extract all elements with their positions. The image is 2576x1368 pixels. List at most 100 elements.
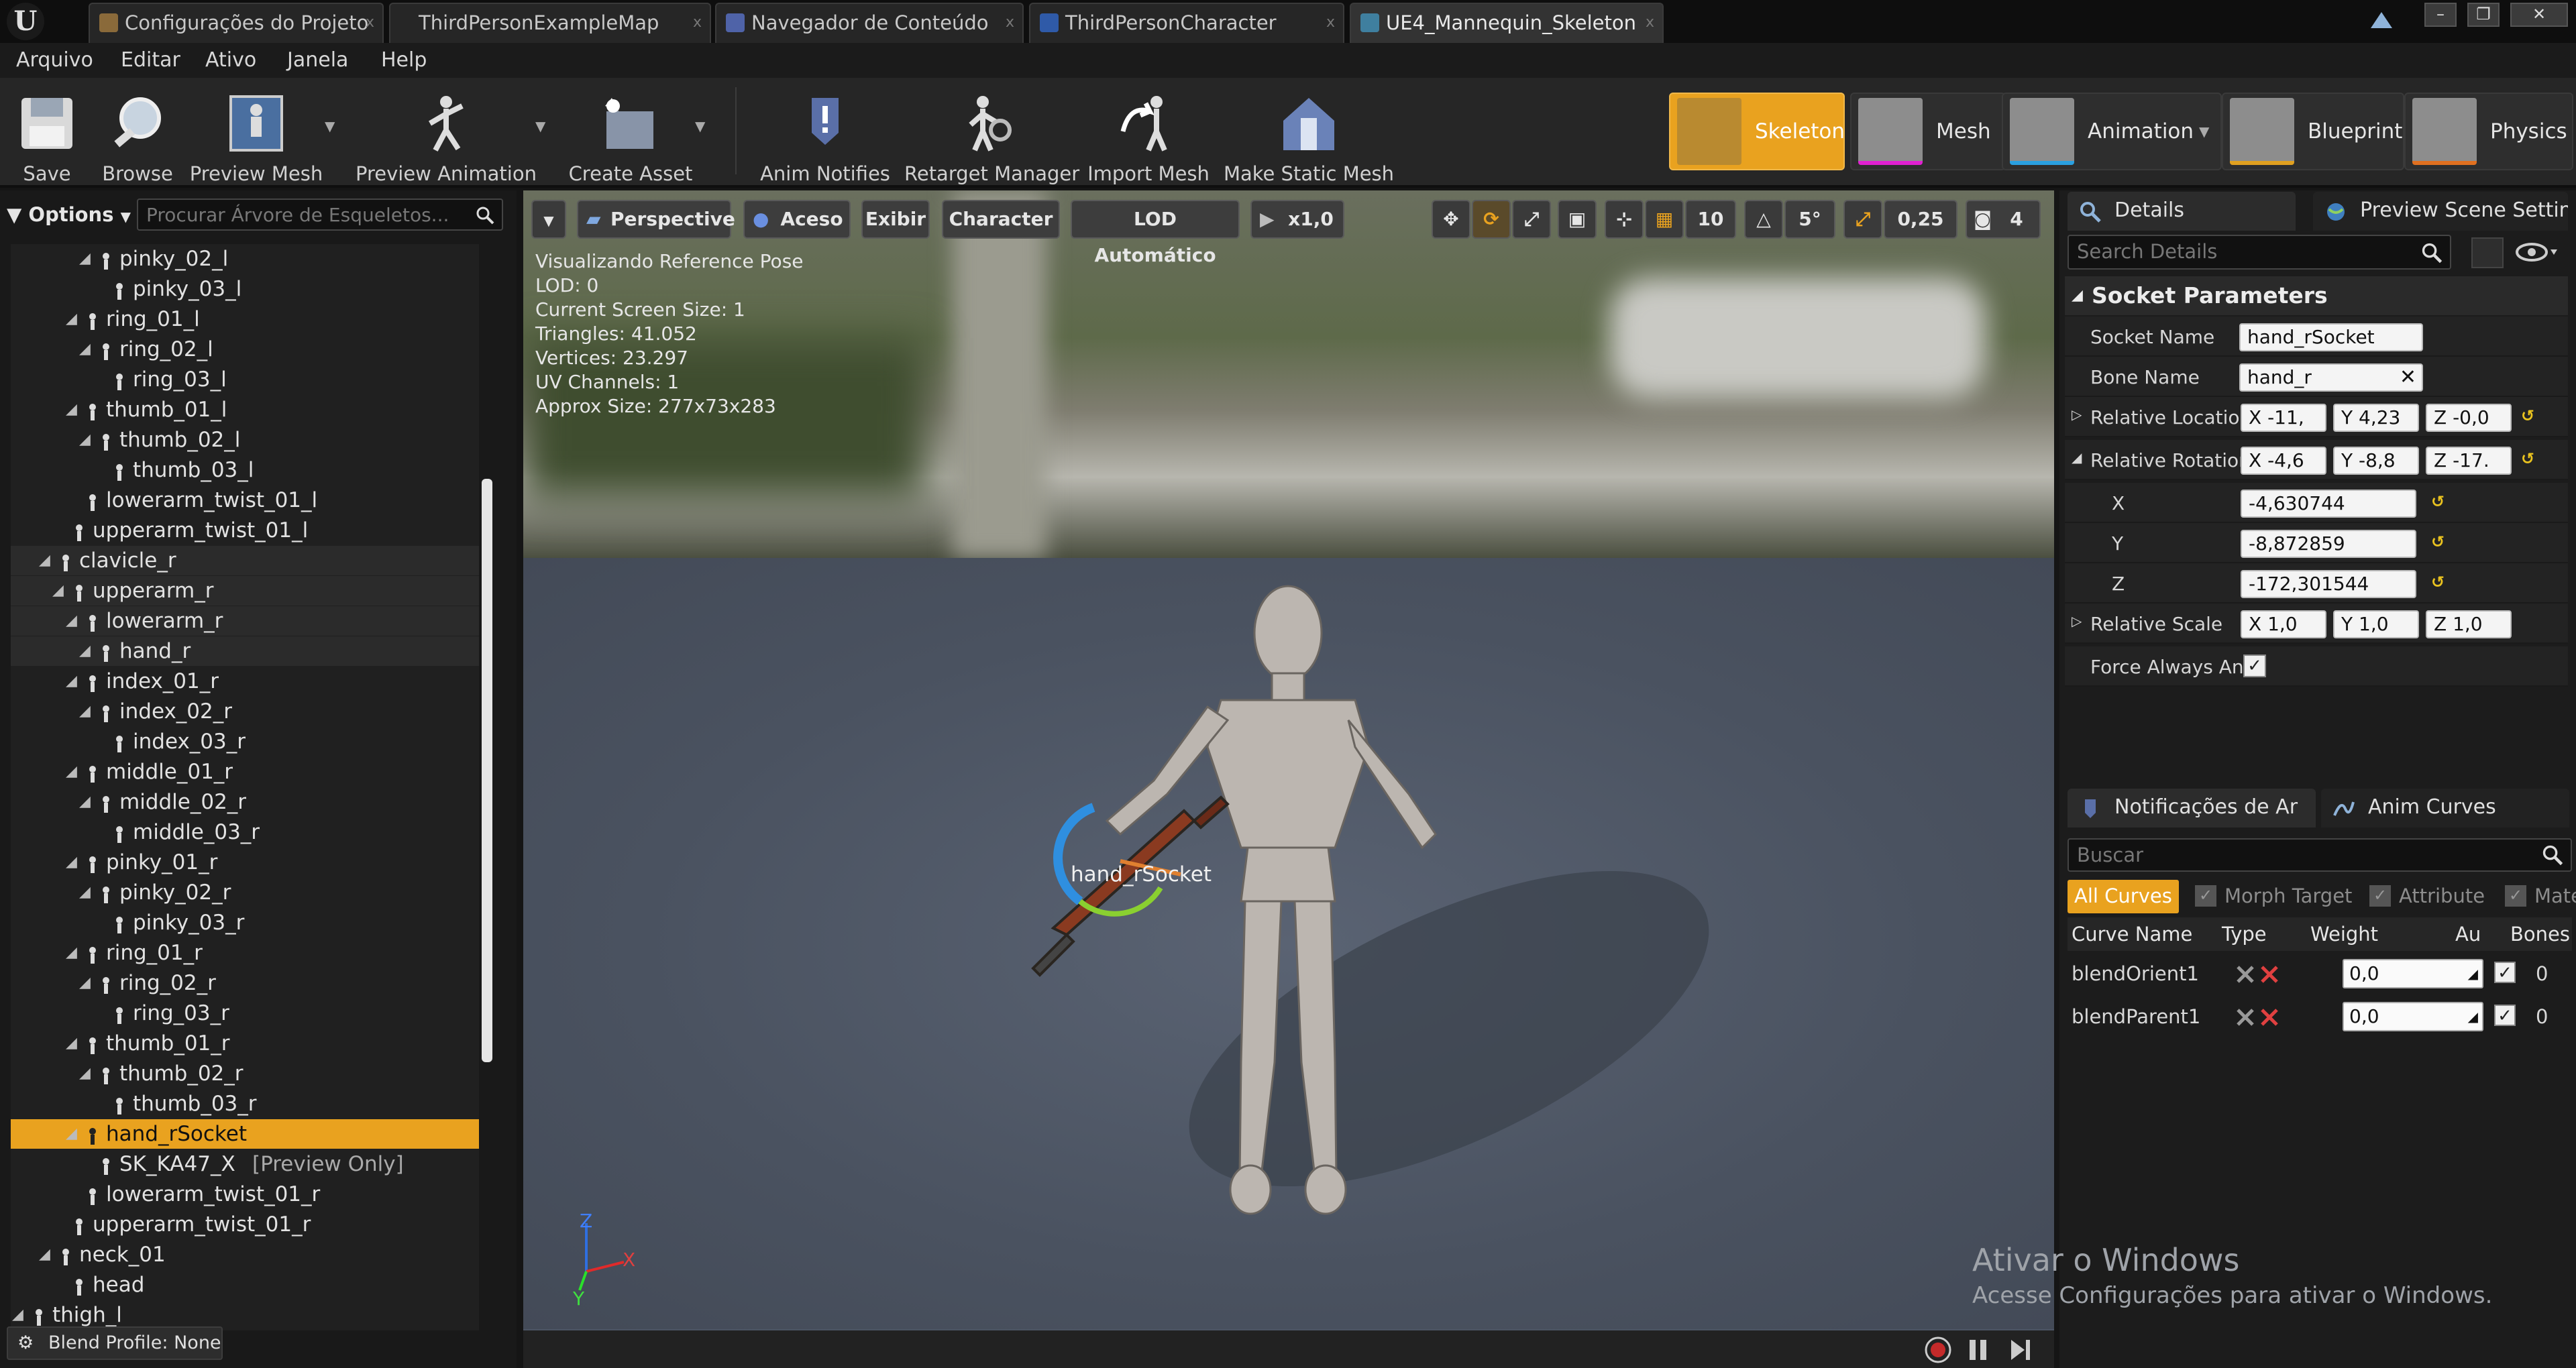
property-matrix-icon[interactable] [2471, 237, 2504, 268]
tab-anim-notifications[interactable]: Notificações de Ar [2068, 789, 2316, 828]
scale-z-field[interactable]: Z 1,0 [2426, 610, 2512, 638]
scale-snap-toggle[interactable]: ⤢ [1843, 200, 1882, 239]
camera-speed-button[interactable]: ◙ 4 [1966, 200, 2041, 239]
surface-snap-button[interactable]: ⊹ [1605, 200, 1644, 239]
rotation-z-field[interactable]: Z -17. [2426, 447, 2512, 475]
menu-help[interactable]: Help [381, 48, 427, 72]
tree-node[interactable]: ring_03_r [11, 999, 479, 1028]
grid-snap-value[interactable]: 10 [1685, 200, 1736, 239]
tab-content-browser[interactable]: Navegador de Conteúdo x [715, 3, 1024, 43]
column-header[interactable]: Weight [2310, 917, 2378, 951]
expand-arrow-icon[interactable]: ◢ [66, 395, 77, 424]
reset-to-default-icon[interactable]: ↺ [2431, 573, 2450, 591]
expand-arrow-icon[interactable]: ◢ [79, 697, 91, 726]
scale-y-field[interactable]: Y 1,0 [2333, 610, 2419, 638]
tree-node[interactable]: ◢ thumb_01_l [11, 395, 479, 424]
expand-arrow-icon[interactable]: ◢ [79, 787, 91, 817]
tree-node[interactable]: pinky_03_r [11, 908, 479, 937]
blend-profile-dropdown[interactable]: ⚙ Blend Profile: None ▼ [7, 1326, 223, 1360]
tree-node[interactable]: ◢ ring_02_l [11, 335, 479, 364]
mode-physics-button[interactable]: Physics [2404, 93, 2573, 170]
tree-node[interactable]: ◢ hand_rSocket [11, 1119, 479, 1149]
rotation-z-value-field[interactable]: -172,301544 [2241, 570, 2416, 598]
close-button[interactable]: ✕ [2510, 3, 2568, 27]
tree-node[interactable]: ◢ index_02_r [11, 697, 479, 726]
force-always-checkbox[interactable]: ✓ [2243, 654, 2266, 677]
retarget-manager-button[interactable]: Retarget Manager [904, 84, 1079, 185]
lod-dropdown[interactable]: LOD Automático [1071, 200, 1240, 266]
tree-node[interactable]: ◢ pinky_02_l [11, 244, 479, 274]
chevron-down-icon[interactable]: ▼ [2199, 123, 2209, 139]
socket-name-field[interactable]: hand_rSocket [2239, 323, 2423, 351]
tree-node[interactable]: upperarm_twist_01_r [11, 1210, 479, 1239]
viewport[interactable]: Z Y X ▼ ▰ Perspective ● Aceso Exibir Cha… [523, 190, 2054, 1368]
tree-node[interactable]: ◢ middle_01_r [11, 757, 479, 787]
source-control-icon[interactable] [2368, 8, 2395, 32]
reset-to-default-icon[interactable]: ↺ [2431, 532, 2450, 551]
save-button[interactable]: Save [13, 84, 80, 185]
preview-animation-button[interactable]: Preview Animation [356, 84, 537, 185]
rotate-tool-button[interactable]: ⟳ [1472, 200, 1511, 239]
reset-to-default-icon[interactable]: ↺ [2431, 492, 2450, 511]
expand-arrow-icon[interactable]: ◢ [66, 757, 77, 787]
step-forward-icon[interactable] [2006, 1336, 2034, 1364]
menu-asset[interactable]: Ativo [205, 48, 256, 72]
close-icon[interactable]: x [1646, 4, 1654, 42]
show-dropdown[interactable]: Exibir [861, 200, 930, 239]
scale-tool-button[interactable]: ⤢ [1512, 200, 1551, 239]
tree-node[interactable]: ◢ thumb_02_r [11, 1059, 479, 1088]
tree-scrollbar[interactable] [482, 479, 492, 1062]
bone-name-field[interactable]: hand_r ✕ [2239, 363, 2423, 392]
mode-skeleton-button[interactable]: Skeleton [1669, 93, 1845, 170]
weight-field[interactable]: 0,0 ◢ [2343, 959, 2483, 988]
expand-arrow-icon[interactable]: ◢ [66, 1029, 77, 1058]
close-icon[interactable]: x [1326, 4, 1335, 42]
tree-node[interactable]: ◢ pinky_02_r [11, 878, 479, 907]
tab-anim-curves[interactable]: Anim Curves [2321, 789, 2569, 828]
perspective-dropdown[interactable]: ▰ Perspective [577, 200, 735, 239]
column-header[interactable]: Type [2222, 917, 2267, 951]
expand-arrow-icon[interactable]: ◢ [66, 667, 77, 696]
socket-parameters-header[interactable]: ◢ Socket Parameters [2065, 276, 2568, 315]
tree-node[interactable]: ring_03_l [11, 365, 479, 394]
tree-node[interactable]: ◢ pinky_01_r [11, 848, 479, 877]
tree-node[interactable]: ◢ index_01_r [11, 667, 479, 696]
rotation-x-field[interactable]: X -4,6 [2241, 447, 2326, 475]
rotation-snap-value[interactable]: 5° [1784, 200, 1835, 239]
options-dropdown[interactable]: ▼ Options ▼ [7, 200, 134, 229]
menu-window[interactable]: Janela [287, 48, 348, 72]
clear-icon[interactable]: ✕ [2400, 365, 2416, 390]
column-header[interactable]: Bones [2510, 917, 2570, 951]
scale-snap-value[interactable]: 0,25 [1884, 200, 1957, 239]
auto-checkbox[interactable]: ✓ [2494, 962, 2516, 983]
location-y-field[interactable]: Y 4,23 [2333, 404, 2419, 432]
collapse-arrow-icon[interactable]: ◢ [2072, 449, 2082, 465]
curves-search-input[interactable]: Buscar [2068, 838, 2572, 872]
scale-x-field[interactable]: X 1,0 [2241, 610, 2326, 638]
close-icon[interactable]: x [1006, 4, 1014, 42]
lit-dropdown[interactable]: ● Aceso [743, 200, 851, 239]
chevron-down-icon[interactable]: ▼ [325, 118, 335, 134]
coordinate-system-button[interactable]: ▣ [1558, 200, 1597, 239]
reset-to-default-icon[interactable]: ↺ [2521, 449, 2540, 468]
expand-arrow-icon[interactable]: ◢ [66, 938, 77, 968]
character-dropdown[interactable]: Character [942, 200, 1060, 239]
import-mesh-button[interactable]: Import Mesh [1081, 84, 1216, 185]
rotation-y-value-field[interactable]: -8,872859 [2241, 530, 2416, 558]
create-asset-button[interactable]: Create Asset [564, 84, 698, 185]
expand-arrow-icon[interactable]: ◢ [79, 425, 91, 455]
weight-field[interactable]: 0,0 ◢ [2343, 1002, 2483, 1031]
grid-snap-toggle[interactable]: ▦ [1645, 200, 1684, 239]
expand-arrow-icon[interactable]: ◢ [66, 304, 77, 334]
reset-to-default-icon[interactable]: ↺ [2521, 406, 2540, 425]
playback-speed-dropdown[interactable]: ▶ x1,0 [1250, 200, 1344, 239]
tab-details[interactable]: Details [2068, 192, 2296, 231]
location-z-field[interactable]: Z -0,0 [2426, 404, 2512, 432]
preview-mesh-button[interactable]: Preview Mesh [189, 84, 323, 185]
tree-node[interactable]: ◢ ring_01_r [11, 938, 479, 968]
expand-arrow-icon[interactable]: ◢ [66, 1119, 77, 1149]
record-icon[interactable] [1924, 1336, 1952, 1364]
browse-button[interactable]: Browse [94, 84, 181, 185]
rotation-snap-toggle[interactable]: △ [1744, 200, 1783, 239]
tree-node[interactable]: ◢ thumb_01_r [11, 1029, 479, 1058]
